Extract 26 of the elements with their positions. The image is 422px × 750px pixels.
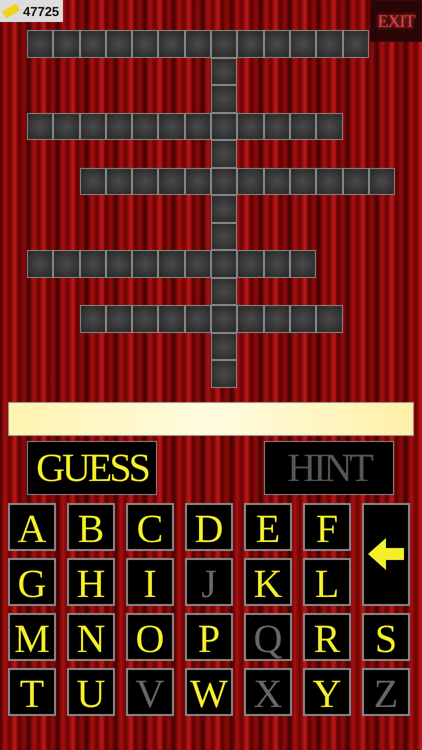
letter-key[interactable]: K xyxy=(244,558,292,606)
letter-key[interactable]: U xyxy=(67,668,115,716)
letter-key[interactable]: N xyxy=(67,612,115,660)
letter-key[interactable]: T xyxy=(8,668,56,716)
exit-button[interactable]: EXIT xyxy=(370,0,422,42)
letter-key[interactable]: O xyxy=(126,612,174,660)
letter-key[interactable]: B xyxy=(67,502,115,550)
letter-key[interactable]: I xyxy=(126,558,174,606)
guess-button[interactable]: GUESS xyxy=(27,440,157,494)
score-value: 47725 xyxy=(23,4,60,18)
ticket-icon xyxy=(2,4,20,18)
letter-key[interactable]: Y xyxy=(303,668,351,716)
letter-key[interactable]: D xyxy=(185,502,233,550)
letter-key[interactable]: E xyxy=(244,502,292,550)
letter-key[interactable]: P xyxy=(185,612,233,660)
letter-key[interactable]: M xyxy=(8,612,56,660)
letter-key[interactable]: C xyxy=(126,502,174,550)
letter-key[interactable]: R xyxy=(303,612,351,660)
letter-key[interactable]: F xyxy=(303,502,351,550)
letter-key[interactable]: H xyxy=(67,558,115,606)
letter-key[interactable]: G xyxy=(8,558,56,606)
backspace-key[interactable] xyxy=(362,502,410,606)
letter-key[interactable]: S xyxy=(362,612,410,660)
letter-key[interactable]: L xyxy=(303,558,351,606)
letter-key[interactable]: W xyxy=(185,668,233,716)
letter-key[interactable]: A xyxy=(8,502,56,550)
